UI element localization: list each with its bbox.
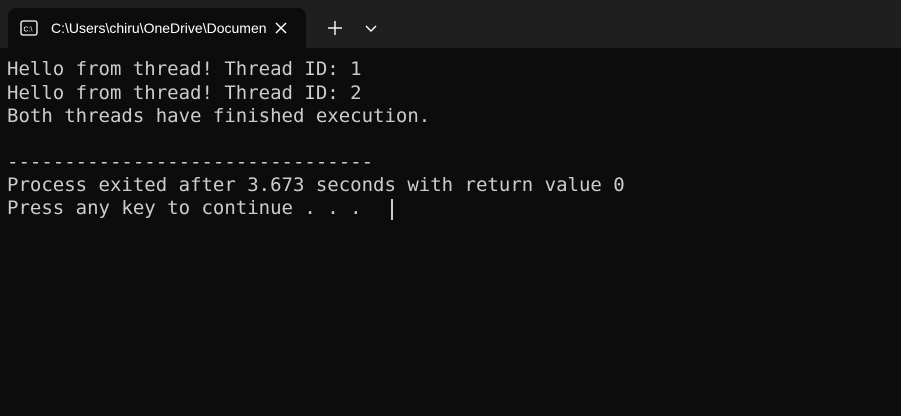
close-icon[interactable]	[272, 19, 290, 37]
tab-active[interactable]: C:\ C:\Users\chiru\OneDrive\Documents\th…	[8, 8, 306, 48]
output-line: Hello from thread! Thread ID: 1	[7, 58, 362, 80]
output-line: Process exited after 3.673 seconds with …	[7, 174, 625, 196]
console-output[interactable]: Hello from thread! Thread ID: 1 Hello fr…	[0, 48, 901, 416]
text-cursor	[391, 199, 393, 220]
title-bar: C:\ C:\Users\chiru\OneDrive\Documents\th…	[0, 0, 901, 48]
svg-text:C:\: C:\	[24, 27, 33, 34]
chevron-down-icon[interactable]	[355, 12, 387, 44]
prompt-line: Press any key to continue . . .	[7, 197, 362, 219]
terminal-window: C:\ C:\Users\chiru\OneDrive\Documents\th…	[0, 0, 901, 416]
console-icon: C:\	[20, 20, 38, 36]
output-line: Both threads have finished execution.	[7, 105, 431, 127]
tab-title: C:\Users\chiru\OneDrive\Documents\thread…	[51, 20, 266, 36]
output-line: Hello from thread! Thread ID: 2	[7, 82, 362, 104]
separator-line: --------------------------------	[7, 151, 374, 173]
plus-icon[interactable]	[319, 12, 351, 44]
